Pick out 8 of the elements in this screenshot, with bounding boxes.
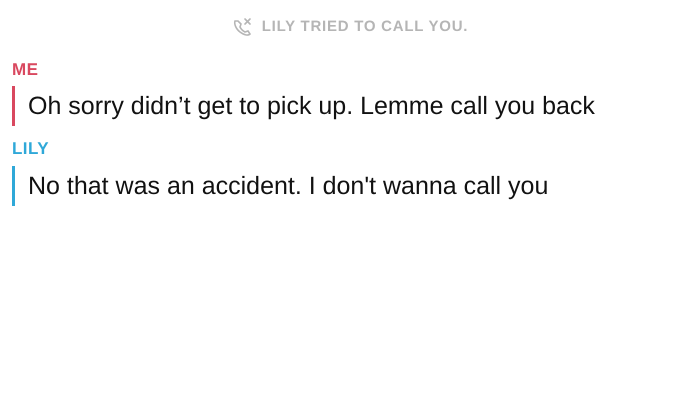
sender-name: ME — [12, 58, 40, 80]
message-text: No that was an accident. I don't wanna call you — [28, 170, 550, 202]
sender-name: LILY — [12, 138, 50, 160]
message-bar — [12, 166, 15, 206]
message-bar — [12, 86, 15, 126]
message-text: Oh sorry didn’t get to pick up. Lemme call you back — [28, 91, 596, 122]
missed-call-icon — [232, 17, 254, 38]
missed-call-notice: LILY TRIED TO CALL YOU. — [262, 17, 468, 37]
